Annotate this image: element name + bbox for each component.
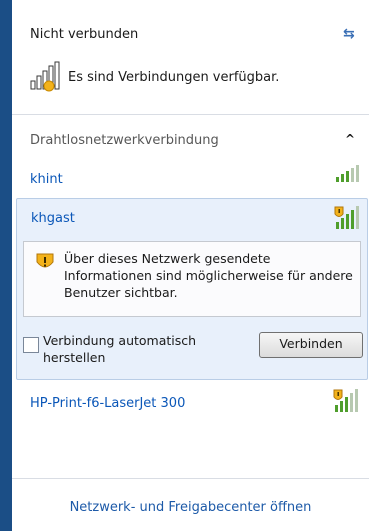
- network-item-hp-print[interactable]: HP-Print-f6-LaserJet 300: [30, 396, 185, 411]
- signal-warning-icon: [333, 205, 361, 235]
- section-title: Drahtlosnetzwerkverbindung: [30, 133, 219, 148]
- network-item-khgast-expanded[interactable]: khgast Über dieses Netzwerk gesendete In…: [16, 198, 368, 380]
- auto-connect-checkbox[interactable]: [23, 337, 39, 353]
- auto-connect-label[interactable]: Verbindung automatisch herstellen: [43, 332, 233, 366]
- wifi-flyout-panel: Nicht verbunden ⇆ Es sind Verbindungen v…: [12, 0, 369, 531]
- availability-text: Es sind Verbindungen verfügbar.: [68, 69, 280, 85]
- network-available-icon: [30, 61, 60, 93]
- network-item-khint[interactable]: khint: [30, 172, 63, 187]
- refresh-icon[interactable]: ⇆: [343, 26, 355, 42]
- connect-button[interactable]: Verbinden: [259, 332, 363, 358]
- chevron-up-icon[interactable]: ^: [345, 132, 355, 146]
- connection-status-title: Nicht verbunden: [30, 27, 139, 42]
- divider: [12, 114, 369, 115]
- availability-status: Es sind Verbindungen verfügbar.: [30, 60, 279, 94]
- signal-warning-icon: [332, 388, 360, 418]
- network-center-link[interactable]: Netzwerk- und Freigabecenter öffnen: [12, 500, 369, 515]
- shield-warning-icon: [36, 252, 54, 276]
- security-warning: Über dieses Netzwerk gesendete Informati…: [23, 241, 361, 317]
- warning-text: Über dieses Netzwerk gesendete Informati…: [64, 251, 353, 300]
- divider: [12, 478, 369, 479]
- signal-icon: [335, 165, 359, 187]
- network-name-khgast[interactable]: khgast: [31, 211, 75, 226]
